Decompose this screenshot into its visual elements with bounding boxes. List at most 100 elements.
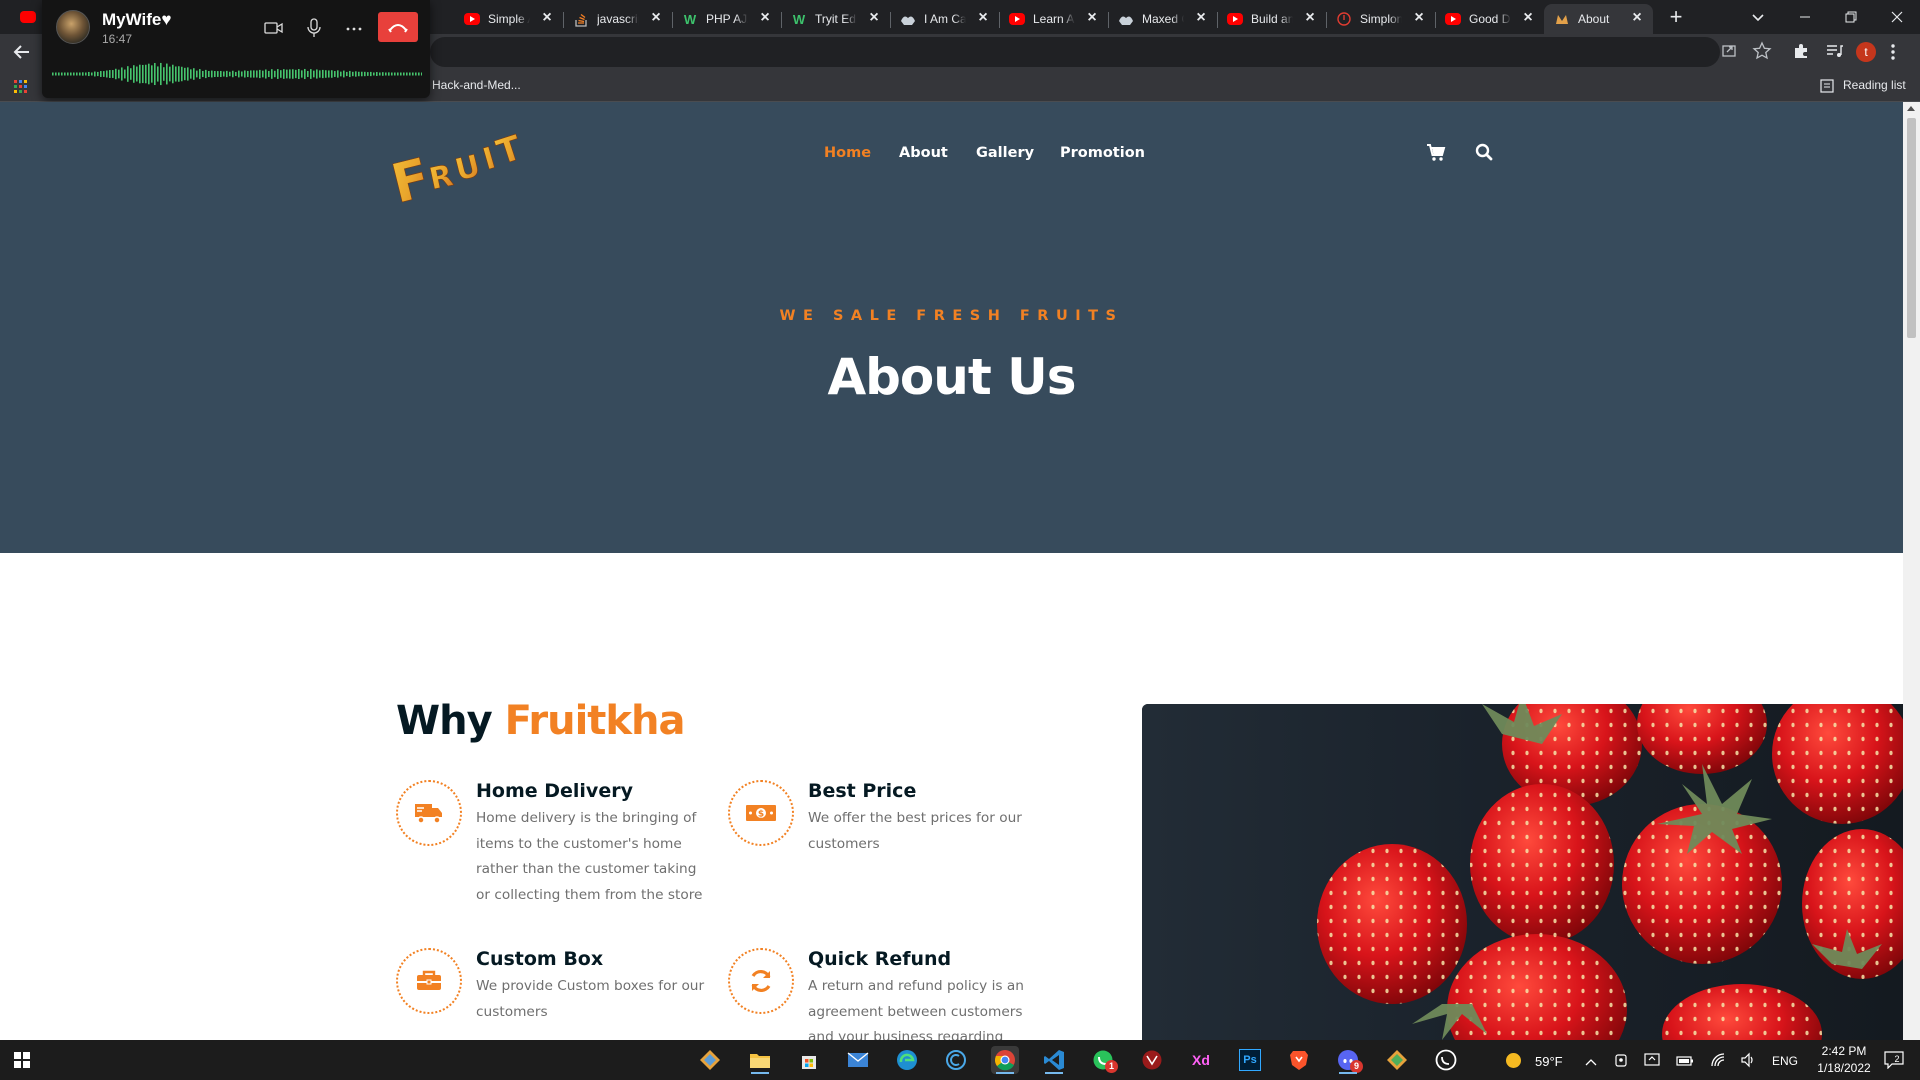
waveform-bar bbox=[403, 72, 405, 76]
discord-icon[interactable]: 9 bbox=[1334, 1046, 1363, 1074]
browser-tab[interactable]: Build an × bbox=[1217, 4, 1327, 34]
media-control-icon[interactable] bbox=[1825, 42, 1843, 60]
end-call-button[interactable] bbox=[378, 12, 418, 42]
waveform-bar bbox=[115, 68, 117, 80]
logo-letter: U bbox=[452, 149, 484, 189]
close-tab-icon[interactable]: × bbox=[648, 10, 664, 26]
page-scrollbar[interactable] bbox=[1903, 102, 1920, 1040]
close-window-button[interactable] bbox=[1874, 0, 1920, 34]
screen-share-icon[interactable] bbox=[1644, 1052, 1660, 1068]
cart-icon[interactable] bbox=[1426, 142, 1446, 162]
browser-tab[interactable]: javascrip × bbox=[563, 4, 673, 34]
chrome-icon[interactable] bbox=[991, 1046, 1019, 1074]
browser-tab[interactable]: Simple A × bbox=[454, 4, 564, 34]
minimize-button[interactable] bbox=[1782, 0, 1828, 34]
whatsapp-desktop-icon[interactable] bbox=[1432, 1046, 1460, 1074]
bookmark-star-icon[interactable] bbox=[1752, 41, 1772, 61]
share-icon[interactable] bbox=[1720, 42, 1738, 60]
clock-time[interactable]: 2:42 PM bbox=[1814, 1044, 1874, 1058]
browser-tab[interactable]: Simplon × bbox=[1326, 4, 1436, 34]
tab-title: I Am Ca bbox=[924, 12, 966, 26]
close-tab-icon[interactable]: × bbox=[1084, 10, 1100, 26]
back-arrow-icon[interactable] bbox=[12, 42, 32, 62]
chevron-up-icon[interactable] bbox=[1584, 1054, 1598, 1066]
waveform-bar bbox=[328, 70, 330, 78]
close-tab-icon[interactable]: × bbox=[1302, 10, 1318, 26]
close-tab-icon[interactable]: × bbox=[1629, 10, 1645, 26]
close-tab-icon[interactable]: × bbox=[539, 10, 555, 26]
weather-sun-icon[interactable] bbox=[1506, 1053, 1521, 1068]
waveform-bar bbox=[64, 72, 66, 76]
browser-tab[interactable]: W PHP AJA × bbox=[672, 4, 782, 34]
vscode-icon[interactable] bbox=[1040, 1046, 1068, 1074]
volume-icon[interactable] bbox=[1740, 1052, 1756, 1068]
close-tab-icon[interactable]: × bbox=[975, 10, 991, 26]
microphone-icon[interactable] bbox=[300, 14, 328, 42]
tab-title: Simple A bbox=[488, 12, 530, 26]
notification-badge: 1 bbox=[1105, 1060, 1118, 1073]
menu-kebab-icon[interactable] bbox=[1886, 42, 1900, 62]
git-kraken-secondary-icon[interactable] bbox=[1383, 1046, 1411, 1074]
nav-item-gallery[interactable]: Gallery bbox=[976, 145, 1034, 161]
site-logo[interactable]: F R U I T bbox=[388, 120, 548, 212]
address-bar[interactable] bbox=[430, 37, 1720, 67]
nav-item-promotion[interactable]: Promotion bbox=[1060, 145, 1145, 161]
browser-tab[interactable]: I Am Ca × bbox=[890, 4, 1000, 34]
close-tab-icon[interactable]: × bbox=[757, 10, 773, 26]
bitdefender-icon[interactable] bbox=[1138, 1046, 1166, 1074]
cortana-icon[interactable] bbox=[942, 1046, 970, 1074]
close-tab-icon[interactable]: × bbox=[1411, 10, 1427, 26]
waveform-bar bbox=[334, 71, 336, 77]
windows-taskbar: 1 Xd Ps 9 59°F ENG 2:42 PM 1/18/2022 2 bbox=[0, 1040, 1920, 1080]
restore-button[interactable] bbox=[1828, 0, 1874, 34]
battery-icon[interactable] bbox=[1676, 1054, 1694, 1066]
browser-tab[interactable]: Maxed C × bbox=[1108, 4, 1218, 34]
windows-start-icon[interactable] bbox=[14, 1052, 30, 1068]
apps-grid-icon[interactable] bbox=[14, 80, 28, 94]
video-camera-icon[interactable] bbox=[260, 14, 288, 42]
profile-avatar[interactable]: t bbox=[1856, 42, 1876, 62]
brave-browser-icon[interactable] bbox=[1285, 1046, 1313, 1074]
edge-browser-icon[interactable] bbox=[893, 1046, 921, 1074]
weather-temperature[interactable]: 59°F bbox=[1535, 1054, 1563, 1069]
youtube-icon[interactable] bbox=[20, 11, 36, 23]
extensions-puzzle-icon[interactable] bbox=[1792, 42, 1810, 60]
waveform-bar bbox=[181, 66, 183, 82]
waveform-bar bbox=[304, 68, 306, 80]
close-tab-icon[interactable]: × bbox=[1520, 10, 1536, 26]
browser-tab[interactable]: Learn A × bbox=[999, 4, 1109, 34]
reading-list-icon[interactable] bbox=[1820, 79, 1834, 93]
browser-tab[interactable]: About × bbox=[1544, 4, 1653, 34]
scrollbar-thumb[interactable] bbox=[1907, 118, 1916, 338]
reading-list-label[interactable]: Reading list bbox=[1843, 78, 1906, 92]
new-tab-button[interactable]: + bbox=[1664, 6, 1688, 30]
nav-item-about[interactable]: About bbox=[899, 145, 948, 161]
youtube-icon bbox=[1227, 13, 1243, 25]
scroll-up-arrow-icon[interactable] bbox=[1907, 106, 1915, 111]
notification-center-icon[interactable]: 2 bbox=[1884, 1051, 1904, 1070]
close-tab-icon[interactable]: × bbox=[1193, 10, 1209, 26]
browser-tab[interactable]: W Tryit Edi × bbox=[781, 4, 891, 34]
git-kraken-icon[interactable] bbox=[696, 1046, 724, 1074]
bookmark-item[interactable]: Hack-and-Med... bbox=[432, 78, 521, 92]
input-language[interactable]: ENG bbox=[1772, 1054, 1798, 1068]
adobe-xd-icon[interactable]: Xd bbox=[1187, 1046, 1215, 1074]
waveform-bar bbox=[160, 62, 162, 86]
search-icon[interactable] bbox=[1474, 142, 1494, 162]
close-tab-icon[interactable]: × bbox=[866, 10, 882, 26]
mail-icon[interactable] bbox=[844, 1046, 872, 1074]
microsoft-store-icon[interactable] bbox=[795, 1046, 823, 1074]
file-explorer-icon[interactable] bbox=[746, 1046, 774, 1074]
call-overlay[interactable]: MyWife♥ 16:47 bbox=[42, 0, 430, 98]
nav-item-home[interactable]: Home bbox=[824, 145, 871, 161]
w-icon: W bbox=[683, 11, 697, 27]
whatsapp-icon[interactable]: 1 bbox=[1089, 1046, 1118, 1074]
wifi-icon[interactable] bbox=[1710, 1052, 1726, 1068]
browser-tab[interactable]: Good D × bbox=[1435, 4, 1544, 34]
more-options-icon[interactable] bbox=[340, 14, 368, 42]
meet-now-icon[interactable] bbox=[1614, 1052, 1628, 1068]
clock-date[interactable]: 1/18/2022 bbox=[1814, 1061, 1874, 1075]
photoshop-icon[interactable]: Ps bbox=[1236, 1046, 1264, 1074]
github-icon bbox=[1118, 11, 1134, 27]
tab-search-icon[interactable] bbox=[1749, 8, 1767, 26]
